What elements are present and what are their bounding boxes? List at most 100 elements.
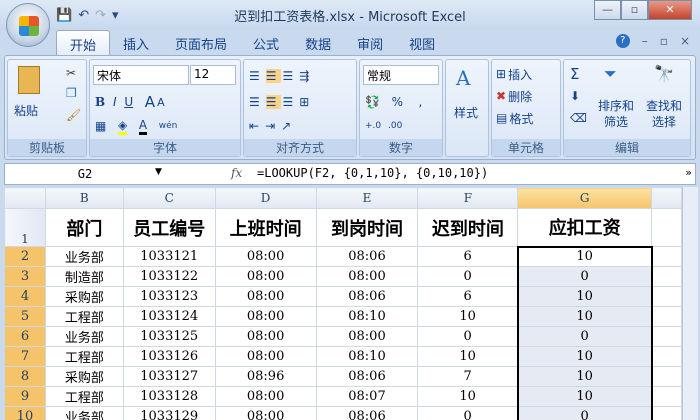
cell[interactable]: 0 [516,266,653,287]
tab-formulas[interactable]: 公式 [240,30,292,55]
cell[interactable]: 1033126 [122,346,216,367]
cell[interactable]: 08:00 [214,266,317,287]
worksheet-grid[interactable]: B C D E F G 1 部门 员工编号 上班时间 到岗时间 迟到时间 应扣工… [4,187,682,420]
wrap-text-icon[interactable]: ⇶ [299,69,313,83]
sort-filter-button[interactable]: 排序和 筛选 [598,98,634,130]
paste-button[interactable]: 粘贴 [14,102,38,119]
row-header[interactable]: 3 [4,266,46,287]
underline-button[interactable]: U [124,95,133,109]
paste-icon[interactable] [18,66,40,94]
cell[interactable]: 业务部 [44,246,124,267]
copy-icon[interactable]: ❐ [66,86,77,100]
help-icon[interactable]: ? [615,34,630,48]
header-cell[interactable]: 部门 [44,208,124,247]
cell[interactable]: 10 [417,306,519,327]
cell[interactable]: 业务部 [44,326,124,347]
cell[interactable]: 0 [516,406,653,420]
cell[interactable] [651,286,682,307]
insert-function-button[interactable]: fx [231,166,242,180]
cell[interactable]: 08:00 [214,306,317,327]
accounting-format-icon[interactable]: 💱 [365,95,380,109]
bold-button[interactable]: B [95,95,105,109]
shrink-font-button[interactable]: A [157,96,165,109]
font-name-select[interactable]: 宋体 [93,65,189,85]
middle-align-icon[interactable]: ☰ [265,69,281,83]
minimize-button[interactable]: — [594,0,621,20]
cell[interactable]: 1033121 [122,246,216,267]
workbook-close-button[interactable]: × [680,34,690,48]
cell[interactable]: 08:00 [315,326,419,347]
cell[interactable]: 08:00 [214,286,317,307]
font-color-button[interactable]: A [138,118,148,135]
find-select-button[interactable]: 查找和 选择 [646,98,682,130]
row-header[interactable]: 10 [4,406,46,420]
cell[interactable]: 08:06 [315,366,419,387]
cell[interactable]: 0 [516,326,653,347]
styles-button[interactable]: 样式 [454,104,478,121]
clear-icon[interactable]: ⌫ [570,108,587,128]
row-header[interactable]: 5 [4,306,46,327]
row-header[interactable]: 1 [4,208,46,247]
cell[interactable]: 工程部 [44,346,124,367]
row-header[interactable]: 9 [4,386,46,407]
cell[interactable]: 1033124 [122,306,216,327]
cell[interactable]: 08:00 [214,246,317,267]
column-header-h[interactable] [651,187,682,209]
header-cell[interactable]: 应扣工资 [517,208,653,247]
row-header[interactable]: 8 [4,366,46,387]
phonetic-button[interactable]: wén [159,121,178,131]
ribbon-restore-button[interactable]: ▫ [660,34,668,48]
cell[interactable]: 08:00 [214,326,317,347]
fill-icon[interactable]: ⬇ [570,86,580,106]
select-all-button[interactable] [4,187,46,209]
cell[interactable]: 1033123 [122,286,216,307]
tab-view[interactable]: 视图 [396,30,448,55]
cell[interactable] [651,406,682,420]
cell[interactable]: 1033128 [122,386,216,407]
cell[interactable]: 6 [417,286,519,307]
cell[interactable]: 1033122 [122,266,216,287]
italic-button[interactable]: I [113,95,117,109]
cell[interactable]: 08:06 [315,406,419,420]
align-left-icon[interactable]: ☰ [249,95,264,109]
grow-font-button[interactable]: A [145,93,155,111]
cell[interactable] [651,346,682,367]
top-align-icon[interactable]: ☰ [249,69,264,83]
cell[interactable] [651,326,682,347]
cell[interactable]: 08:00 [214,406,317,420]
align-right-icon[interactable]: ☰ [283,95,298,109]
styles-icon[interactable]: A [456,66,470,90]
expand-formula-bar-icon[interactable]: » [685,166,692,179]
delete-cells-button[interactable]: ✖ 删除 [496,86,532,106]
cell[interactable]: 6 [417,246,519,267]
cell[interactable]: 08:07 [315,386,419,407]
border-icon[interactable]: ▦ [95,119,106,133]
cell[interactable] [651,366,682,387]
cell[interactable] [651,306,682,327]
cell[interactable]: 业务部 [44,406,124,420]
name-box[interactable]: G2 [5,164,165,184]
ribbon-minimize-button[interactable]: – [642,34,648,48]
cell[interactable]: 制造部 [44,266,124,287]
fill-color-icon[interactable]: ◈ [117,118,128,135]
increase-decimal-button[interactable]: +.0 [365,121,381,131]
cell[interactable]: 1033129 [122,406,216,420]
decrease-indent-icon[interactable]: ⇤ [249,119,263,133]
cell[interactable]: 10 [516,286,653,307]
cell[interactable]: 1033127 [122,366,216,387]
cell[interactable]: 10 [516,386,653,407]
autosum-button[interactable]: Σ [570,64,579,84]
cell[interactable]: 08:00 [214,386,317,407]
cell[interactable]: 采购部 [44,366,124,387]
format-painter-icon[interactable]: 🖌 [66,108,81,122]
office-button[interactable] [6,3,50,47]
cut-icon[interactable]: ✂ [66,66,76,80]
format-cells-button[interactable]: ▤ 格式 [496,108,533,128]
font-size-select[interactable]: 12 [190,65,236,85]
cell[interactable]: 0 [417,266,519,287]
cell[interactable]: 08:06 [315,246,419,267]
vertical-scrollbar[interactable] [682,187,698,420]
column-header-c[interactable]: C [122,187,216,209]
comma-button[interactable]: , [418,95,422,109]
bottom-align-icon[interactable]: ☰ [283,69,298,83]
